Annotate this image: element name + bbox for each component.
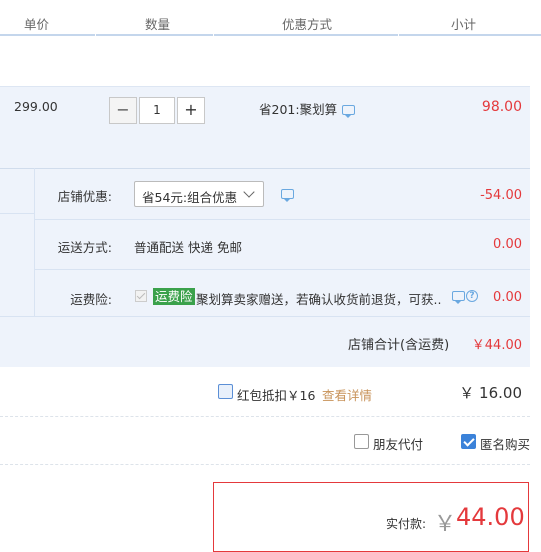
item-price: 299.00 — [14, 99, 58, 114]
col-qty-header: 数量 — [145, 17, 171, 32]
shop-total-value: ￥44.00 — [471, 338, 522, 353]
col-discount-header: 优惠方式 — [282, 17, 333, 32]
col-subtotal-header: 小计 — [451, 17, 477, 32]
help-icon[interactable]: ? — [466, 290, 478, 302]
chat-icon[interactable] — [342, 105, 355, 118]
qty-input[interactable]: 1 — [139, 97, 175, 124]
qty-decrease-button[interactable]: − — [109, 97, 137, 124]
insurance-badge: 运费险 — [153, 288, 195, 305]
payment-amount: 44.00 — [456, 503, 525, 531]
payment-currency: ￥ — [434, 512, 457, 537]
shop-total-label: 店铺合计(含运费) — [348, 338, 450, 353]
qty-increase-button[interactable]: + — [177, 97, 205, 124]
shop-coupon-selected: 省54元:组合优惠 — [142, 190, 238, 205]
shipping-amount: 0.00 — [493, 237, 522, 252]
insurance-amount: 0.00 — [493, 290, 522, 305]
redpacket-label: 红包抵扣￥16 — [237, 388, 316, 403]
insurance-label: 运费险: — [70, 292, 112, 307]
anonymous-checkbox[interactable] — [461, 434, 476, 449]
item-subtotal: 98.00 — [481, 99, 522, 115]
friend-pay-label: 朋友代付 — [373, 437, 424, 452]
item-discount-text: 省201:聚划算 — [259, 102, 338, 117]
table-header: 单价 数量 优惠方式 小计 — [0, 0, 541, 36]
shop-coupon-select[interactable]: 省54元:组合优惠 — [134, 181, 264, 207]
shipping-method: 普通配送 快递 免邮 — [134, 240, 242, 255]
col-price-header: 单价 — [24, 17, 50, 32]
payment-label: 实付款: — [386, 517, 427, 531]
chat-icon[interactable] — [281, 189, 294, 202]
insurance-description: 聚划算卖家赠送，若确认收货前退货，可获... — [196, 292, 442, 307]
redpacket-amount: ￥ 16.00 — [459, 384, 522, 402]
chat-icon[interactable] — [452, 291, 465, 304]
insurance-checkbox[interactable] — [135, 290, 147, 302]
chevron-down-icon — [243, 186, 255, 198]
shop-coupon-label: 店铺优惠: — [57, 189, 112, 204]
anonymous-label: 匿名购买 — [480, 437, 531, 452]
shipping-label: 运送方式: — [57, 240, 112, 255]
friend-pay-checkbox[interactable] — [354, 434, 369, 449]
shop-coupon-amount: -54.00 — [480, 188, 522, 203]
redpacket-checkbox[interactable] — [218, 384, 233, 399]
redpacket-details-link[interactable]: 查看详情 — [322, 385, 372, 404]
